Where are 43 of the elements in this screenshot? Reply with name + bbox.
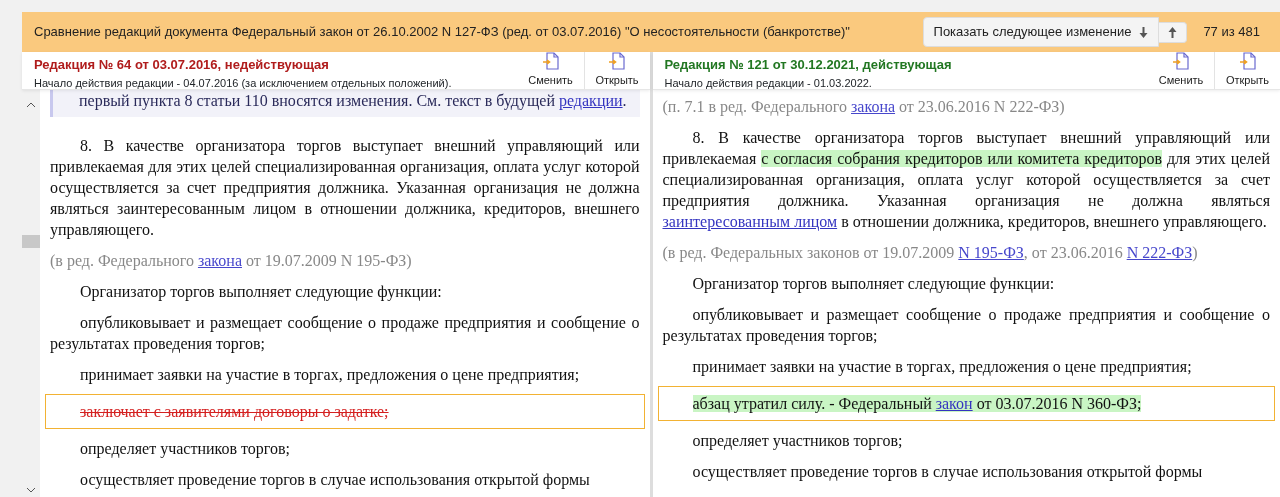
next-change-button[interactable]: Показать следующее изменение (922, 17, 1160, 47)
amendment-reference: (п. 7.1 в ред. Федерального закона от 23.06.2016 N 222-ФЗ) (662, 97, 1066, 117)
paragraph: 8. В качестве организатора торгов выступает внешний управляющий или привлекаемая для этих целей специализированная организация, оплата услуг которой осуществляется за счет предприятия должника. Указанная организация не должна являться заинтересованным лицом в отношении должника, кредиторов, внешнего управляющего. (50, 136, 640, 240)
arrow-down-icon (1139, 26, 1149, 38)
document-link[interactable]: N 195-ФЗ (958, 244, 1024, 261)
paragraph: Организатор торгов выполняет следующие функции: (691, 274, 1056, 294)
paragraph: опубликовывает и размещает сообщение о продаже предприятия и сообщение о результатах проведения торгов; (50, 313, 640, 354)
paragraph: принимает заявки на участие в торгах, предложения о цене предприятия; (691, 357, 1193, 377)
amendment-reference: (в ред. Федерального закона от 19.07.2009 N 195-ФЗ) (50, 251, 413, 271)
open-edition-button[interactable]: Открыть (583, 52, 650, 89)
changed-paragraph: заключает с заявителями договоры о задатке; (46, 395, 644, 428)
document-link[interactable]: закона (851, 98, 896, 115)
paragraph: опубликовывает и размещает сообщение о продаже предприятия и сообщение о результатах проведения торгов; (662, 305, 1270, 346)
scroll-down-icon[interactable] (27, 488, 35, 493)
document-link[interactable]: закон (935, 395, 973, 412)
document-link[interactable]: N 222-ФЗ (1126, 244, 1193, 261)
window-title: Сравнение редакций документа Федеральный закон от 26.10.2002 N 127-ФЗ (ред. от 03.07.2016) "О несостоятельности (банкротстве)" (34, 23, 851, 42)
edition-start-date: Начало действия редакции - 04.07.2016 (за исключением отдельных положений). (34, 75, 453, 91)
edition-title: Редакция № 64 от 03.07.2016, недействующая (34, 56, 330, 74)
open-edition-button[interactable]: Открыть (1214, 52, 1280, 89)
document-link[interactable]: редакции (558, 92, 623, 109)
paragraph: Организатор торгов выполняет следующие функции: (79, 282, 443, 302)
change-edition-button[interactable]: Сменить (517, 52, 584, 89)
previous-change-button[interactable] (1159, 21, 1188, 43)
paragraph: осуществляет проведение торгов в случае использования открытой формы (691, 462, 1204, 482)
scroll-up-icon[interactable] (27, 102, 35, 107)
scrollbar-thumb[interactable] (22, 235, 40, 248)
amendment-reference: (в ред. Федеральных законов от 19.07.2009 N 195-ФЗ, от 23.06.2016 N 222-ФЗ) (662, 243, 1199, 263)
change-edition-button[interactable]: Сменить (1148, 52, 1214, 89)
paragraph: определяет участников торгов; (79, 439, 291, 459)
document-link[interactable]: заинтересованным лицом (662, 213, 838, 230)
scrollbar[interactable] (22, 90, 40, 497)
edition-title: Редакция № 121 от 30.12.2021, действующая (664, 56, 953, 74)
change-counter: 77 из 481 (1203, 23, 1260, 42)
paragraph: 8. В качестве организатора торгов выступает внешний управляющий или привлекаемая с согласия собрания кредиторов или комитета кредиторов для этих целей специализированная организация, оплата услуг которой осуществляется за счет предприятия должника. Указанная организация не должна являться заинтересованным лицом в отношении должника, кредиторов, внешнего управляющего. (662, 128, 1270, 232)
changed-paragraph: абзац утратил силу. - Федеральный закон от 03.07.2016 N 360-ФЗ; (658, 387, 1274, 420)
paragraph: осуществляет проведение торгов в случае использования открытой формы (79, 470, 591, 490)
document-link[interactable]: закона (197, 252, 242, 269)
editorial-note: первый пункта 8 статьи 110 вносятся изменения. См. текст в будущей редакции. (50, 90, 640, 117)
paragraph: принимает заявки на участие в торгах, предложения о цене предприятия; (79, 365, 581, 385)
paragraph: определяет участников торгов; (691, 431, 904, 451)
arrow-up-icon (1168, 26, 1178, 38)
edition-start-date: Начало действия редакции - 01.03.2022. (664, 75, 873, 91)
